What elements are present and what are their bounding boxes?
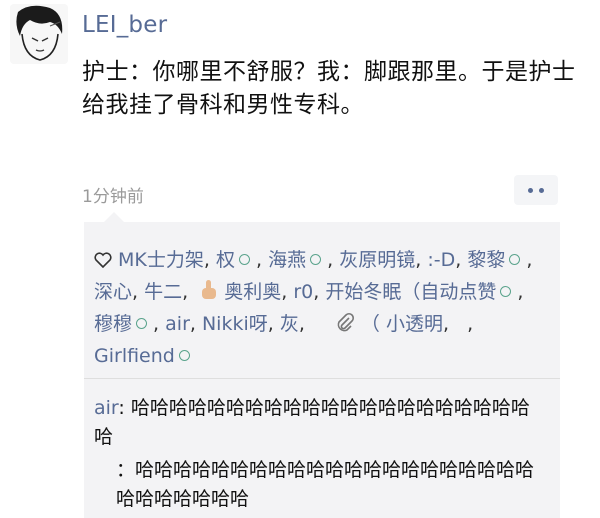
panel-pointer xyxy=(104,212,124,222)
liker-name[interactable]: Girlfiend xyxy=(94,345,175,367)
post-text: 护士：你哪里不舒服？我：脚跟那里。于是护士给我挂了骨科和男性专科。 xyxy=(82,59,576,118)
badge-icon xyxy=(509,254,521,265)
liker-name[interactable]: air xyxy=(165,313,190,335)
badge-icon xyxy=(136,318,148,329)
liker-name[interactable]: 灰原明镜 xyxy=(339,249,415,271)
avatar[interactable] xyxy=(10,4,68,64)
badge-icon xyxy=(500,286,512,297)
badge-icon xyxy=(310,254,322,265)
post-timestamp: 1分钟前 xyxy=(82,187,144,207)
badge-icon xyxy=(238,254,250,265)
paperclip-icon xyxy=(335,312,355,334)
liker-name[interactable]: Nikki呀 xyxy=(202,313,268,335)
more-options-button[interactable] xyxy=(514,175,558,205)
comment-author[interactable]: air xyxy=(94,397,118,419)
liker-name[interactable]: 牛二 xyxy=(144,281,182,303)
liker-name[interactable]: 海燕 xyxy=(268,249,306,271)
comment-separator: : xyxy=(118,397,131,419)
divider xyxy=(84,378,560,379)
liker-name[interactable]: 黎黎 xyxy=(467,249,505,271)
comment[interactable]: ：哈哈哈哈哈哈哈哈哈哈哈哈哈哈哈哈哈哈哈哈哈哈哈哈哈哈哈哈 xyxy=(94,456,544,514)
liker-name[interactable]: （ 小透明 xyxy=(361,313,443,335)
more-dots-icon xyxy=(539,187,544,193)
likes-list: MK士力架, 权 , 海燕 , 灰原明镜, :-D, 黎黎 , 深心, 牛二, … xyxy=(94,244,544,372)
comment-separator: ： xyxy=(116,459,136,481)
more-dots-icon xyxy=(528,187,533,193)
liker-name[interactable]: 开始冬眠（自动点赞 xyxy=(325,281,496,303)
liker-name[interactable]: 深心 xyxy=(94,281,132,303)
liker-name[interactable]: r0 xyxy=(293,281,313,303)
liker-name[interactable]: 灰 xyxy=(280,313,299,335)
badge-icon xyxy=(178,350,190,361)
finger-emoji-icon xyxy=(198,279,220,301)
comment[interactable]: air: 哈哈哈哈哈哈哈哈哈哈哈哈哈哈哈哈哈哈哈哈哈哈 xyxy=(94,394,544,452)
heart-outline-icon xyxy=(94,244,112,276)
liker-name[interactable]: MK士力架 xyxy=(118,249,204,271)
comment-text: 哈哈哈哈哈哈哈哈哈哈哈哈哈哈哈哈哈哈哈哈哈哈哈哈哈哈哈哈 xyxy=(116,459,535,510)
liker-name[interactable]: 奥利奥 xyxy=(224,281,281,303)
liker-name[interactable]: 权 xyxy=(216,249,235,271)
liker-name[interactable]: :-D xyxy=(427,249,455,271)
comment-text: 哈哈哈哈哈哈哈哈哈哈哈哈哈哈哈哈哈哈哈哈哈哈 xyxy=(94,397,530,448)
username[interactable]: LEI_ber xyxy=(82,12,167,38)
liker-name[interactable]: 穆穆 xyxy=(94,313,132,335)
